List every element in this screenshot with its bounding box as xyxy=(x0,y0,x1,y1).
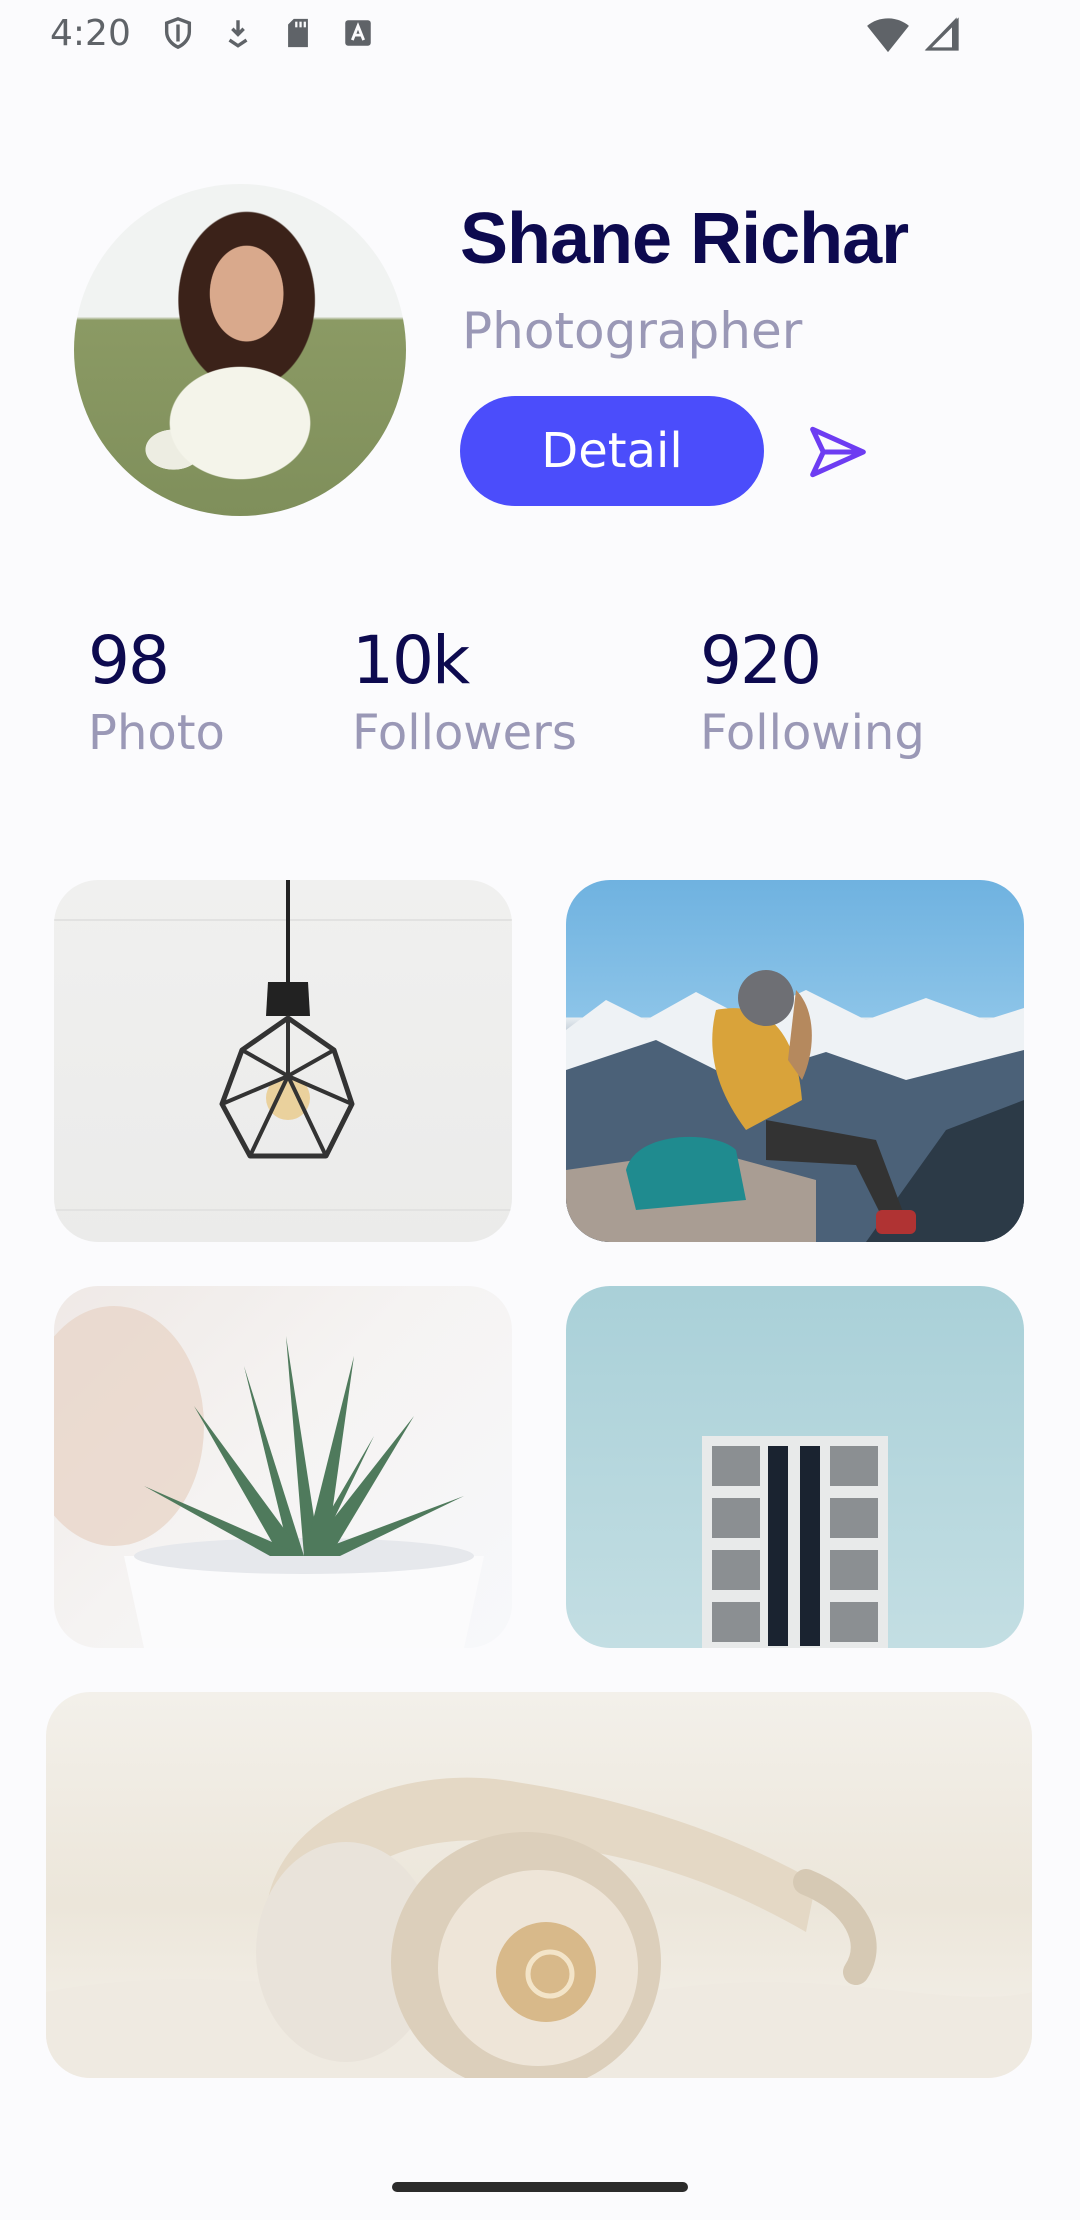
shield-icon xyxy=(164,17,191,50)
status-icons-left xyxy=(161,16,375,50)
building-photo[interactable] xyxy=(566,1286,1024,1648)
stat-followers-value: 10k xyxy=(352,622,470,699)
download-icon xyxy=(228,20,248,48)
hiker-photo[interactable] xyxy=(566,880,1024,1242)
status-time: 4:20 xyxy=(50,12,131,54)
send-button[interactable] xyxy=(806,420,870,484)
profile-role: Photographer xyxy=(462,302,803,360)
lamp-photo[interactable] xyxy=(54,880,512,1242)
status-bar: 4:20 xyxy=(0,0,1080,66)
home-indicator[interactable] xyxy=(392,2182,688,2192)
wifi-icon xyxy=(867,18,909,53)
stat-photo-label: Photo xyxy=(88,705,225,761)
send-icon xyxy=(810,426,866,478)
stat-following-value: 920 xyxy=(700,622,822,699)
stat-following[interactable]: 920 Following xyxy=(700,622,925,761)
stat-photo-value: 98 xyxy=(88,622,170,699)
avatar xyxy=(74,184,406,516)
sd-card-icon xyxy=(287,18,308,48)
headphones-photo[interactable] xyxy=(46,1692,1032,2078)
stat-photo[interactable]: 98 Photo xyxy=(88,622,225,761)
keyboard-a-icon xyxy=(345,20,371,46)
status-icons-right xyxy=(866,14,962,54)
profile-name: Shane Richar xyxy=(460,199,909,279)
stat-following-label: Following xyxy=(700,705,925,761)
stat-followers[interactable]: 10k Followers xyxy=(352,622,577,761)
detail-button[interactable]: Detail xyxy=(460,396,764,506)
stat-followers-label: Followers xyxy=(352,705,577,761)
plant-photo[interactable] xyxy=(54,1286,512,1648)
cell-signal-icon xyxy=(924,17,959,51)
profile-screen: 4:20 Shane Richar Photographer Detail 98… xyxy=(0,0,1080,2220)
